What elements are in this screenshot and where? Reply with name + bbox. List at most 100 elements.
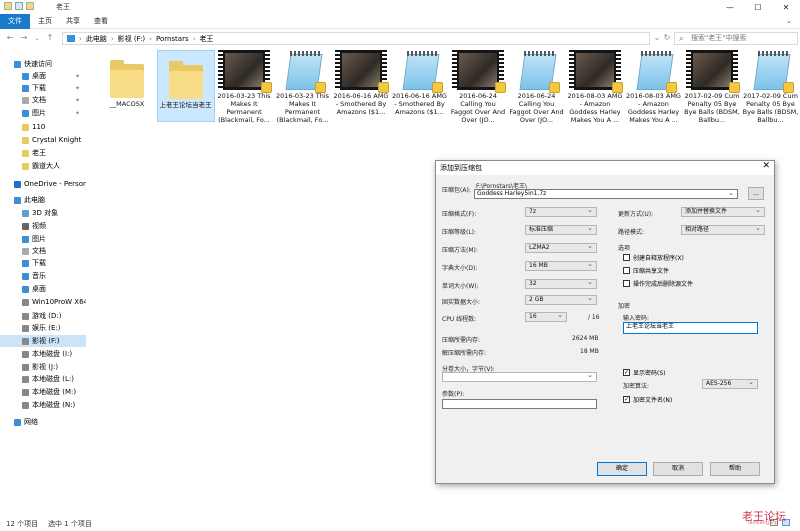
video-file-item[interactable]: 2016-06-16 AMG - Smothered By Amazons ($… [332, 50, 390, 116]
level-select[interactable]: 标准压缩 [525, 224, 597, 235]
sidebar-item[interactable]: 快速访问 [0, 58, 86, 70]
sidebar-item[interactable]: 文档 [0, 245, 86, 257]
params-field[interactable] [442, 399, 597, 409]
sidebar-item[interactable]: 本地磁盘 (I:) [0, 348, 86, 360]
tab-share[interactable]: 共享 [58, 14, 88, 29]
sidebar-item[interactable]: 图片 [0, 233, 86, 245]
file-name: 上老王论坛当老王 [159, 101, 212, 109]
update-select[interactable]: 添加并替换文件 [681, 206, 765, 217]
video-file-item[interactable]: 2016-08-03 AMG - Amazon Goddess Harley M… [566, 50, 624, 124]
sidebar-item[interactable]: 视频 [0, 220, 86, 232]
breadcrumb-drive[interactable]: 影视 (F:) [118, 34, 146, 44]
sidebar-item[interactable]: 文档 ✦ [0, 94, 86, 106]
sidebar-item[interactable]: 110 [0, 121, 86, 133]
refresh-icon[interactable]: ↻ [662, 33, 672, 42]
forward-arrow-icon[interactable]: → [19, 33, 29, 42]
delete-checkbox[interactable]: 操作完成后删除源文件 [623, 279, 693, 288]
sidebar-item-icon [22, 388, 29, 396]
sidebar-item[interactable]: 本地磁盘 (N:) [0, 399, 86, 411]
sidebar-item[interactable]: 此电脑 [0, 194, 86, 206]
sidebar-item[interactable]: 本地磁盘 (M:) [0, 386, 86, 398]
sidebar-item[interactable]: Win10ProW X64 (C [0, 296, 86, 308]
archive-name-field[interactable]: Goddess Harley5in1.7z ⌄ [474, 189, 738, 199]
format-select[interactable]: 7z [525, 206, 597, 217]
sidebar-item[interactable]: 图片 ✦ [0, 107, 86, 119]
video-file-item[interactable]: 2016-03-23 This Makes It Permanent (Blac… [215, 50, 273, 124]
folder-item[interactable]: 上老王论坛当老王 [156, 50, 215, 122]
shared-checkbox[interactable]: 压缩共享文件 [623, 266, 669, 275]
up-arrow-icon[interactable]: ↑ [45, 33, 55, 42]
sfx-checkbox[interactable]: 创建自释放程序(X) [623, 253, 684, 262]
sidebar-item-icon [22, 162, 29, 170]
sidebar-item[interactable]: 影视 (J:) [0, 361, 86, 373]
enc-method-select[interactable]: AES-256 [702, 378, 758, 389]
video-file-item[interactable]: 2016-06-24 Calling You Faggot Over And O… [449, 50, 507, 124]
mem-comp-value: 2624 MB [572, 335, 599, 342]
encrypt-names-checkbox[interactable]: ✓ 加密文件名(N) [623, 395, 672, 404]
text-file-item[interactable]: 2016-08-03 AMG - Amazon Goddess Harley M… [625, 50, 683, 124]
video-file-item[interactable]: 2017-02-09 Cum Penalty 05 Bye Bye Balls … [683, 50, 741, 124]
dict-select[interactable]: 16 MB [525, 260, 597, 271]
sidebar-item-label: 图片 [32, 109, 46, 117]
sidebar-item[interactable]: 影视 (F:) [0, 335, 86, 347]
sidebar-item[interactable]: 3D 对象 [0, 207, 86, 219]
sidebar-item[interactable]: 音乐 [0, 270, 86, 282]
breadcrumb-current[interactable]: 老王 [199, 34, 213, 44]
tab-home[interactable]: 主页 [30, 14, 60, 29]
watermark-sub: laowang.vip [748, 520, 779, 526]
sidebar-item[interactable]: 下载 [0, 257, 86, 269]
sidebar-item[interactable]: Crystal Knight [0, 134, 86, 146]
back-arrow-icon[interactable]: ← [5, 33, 15, 42]
cancel-button[interactable]: 取消 [653, 462, 703, 476]
sidebar-item[interactable]: 网络 [0, 416, 86, 428]
tab-file[interactable]: 文件 [0, 14, 30, 29]
file-name: __MACOSX [109, 100, 145, 108]
sidebar-item[interactable]: OneDrive - Persona [0, 178, 86, 190]
text-file-item[interactable]: 2016-03-23 This Makes It Permanent (Blac… [274, 50, 332, 124]
sidebar-item[interactable]: 下载 ✦ [0, 82, 86, 94]
sidebar-item[interactable]: 本地磁盘 (L:) [0, 373, 86, 385]
sidebar-item-icon [22, 350, 29, 358]
mem-comp-label: 压缩所需内存: [442, 337, 481, 344]
breadcrumb-this-pc[interactable]: 此电脑 [86, 34, 107, 44]
properties-icon[interactable] [15, 2, 23, 10]
solid-select[interactable]: 2 GB [525, 294, 597, 305]
status-bar: 12 个项目 选中 1 个项目 [0, 516, 800, 531]
sidebar-item[interactable]: 桌面 [0, 283, 86, 295]
ribbon-expand-icon[interactable]: ⌄ [786, 17, 792, 25]
sidebar-item[interactable]: 霸道大人 [0, 160, 86, 172]
show-password-checkbox[interactable]: ✓ 显示密码(S) [623, 368, 666, 377]
minimize-button[interactable]: — [716, 0, 744, 14]
maximize-button[interactable]: ☐ [744, 0, 772, 14]
method-select[interactable]: LZMA2 [525, 242, 597, 253]
password-field[interactable]: 上老王论坛当老王 [623, 322, 758, 334]
breadcrumb-pornstars[interactable]: Pornstars [156, 35, 189, 43]
dialog-close-button[interactable]: ✕ [762, 161, 770, 171]
sidebar-item[interactable]: 游戏 (D:) [0, 310, 86, 322]
word-select[interactable]: 32 [525, 278, 597, 289]
sidebar-item-icon [22, 375, 29, 383]
tab-view[interactable]: 查看 [86, 14, 116, 29]
text-file-item[interactable]: 2017-02-09 Cum Penalty 05 Bye Bye Balls … [742, 50, 800, 124]
text-file-item[interactable]: 2016-06-24 Calling You Faggot Over And O… [508, 50, 566, 124]
address-bar[interactable]: › 此电脑 › 影视 (F:) › Pornstars › 老王 [62, 32, 650, 45]
window-title: 老王 [56, 3, 70, 11]
search-input[interactable]: ⌕ 搜索"老王"中搜索 [674, 32, 798, 45]
sidebar-item-icon [14, 60, 21, 68]
cpu-select[interactable]: 16 [525, 311, 567, 322]
help-button[interactable]: 帮助 [710, 462, 760, 476]
split-select[interactable] [442, 371, 597, 382]
address-dropdown-icon[interactable]: ⌄ [652, 33, 662, 42]
sidebar-item[interactable]: 娱乐 (E:) [0, 322, 86, 334]
sidebar-item[interactable]: 老王 [0, 147, 86, 159]
browse-button[interactable]: ... [748, 187, 764, 200]
close-button[interactable]: ✕ [772, 0, 800, 14]
new-folder-icon[interactable] [26, 2, 34, 10]
sidebar-item-icon [22, 401, 29, 409]
sidebar-item[interactable]: 桌面 ✦ [0, 70, 86, 82]
recent-chevron-icon[interactable]: ⌄ [32, 35, 42, 42]
text-file-item[interactable]: 2016-06-16 AMG - Smothered By Amazons ($… [391, 50, 449, 116]
ok-button[interactable]: 确定 [597, 462, 647, 476]
folder-item[interactable]: __MACOSX [98, 50, 156, 108]
pathmode-select[interactable]: 相对路径 [681, 224, 765, 235]
